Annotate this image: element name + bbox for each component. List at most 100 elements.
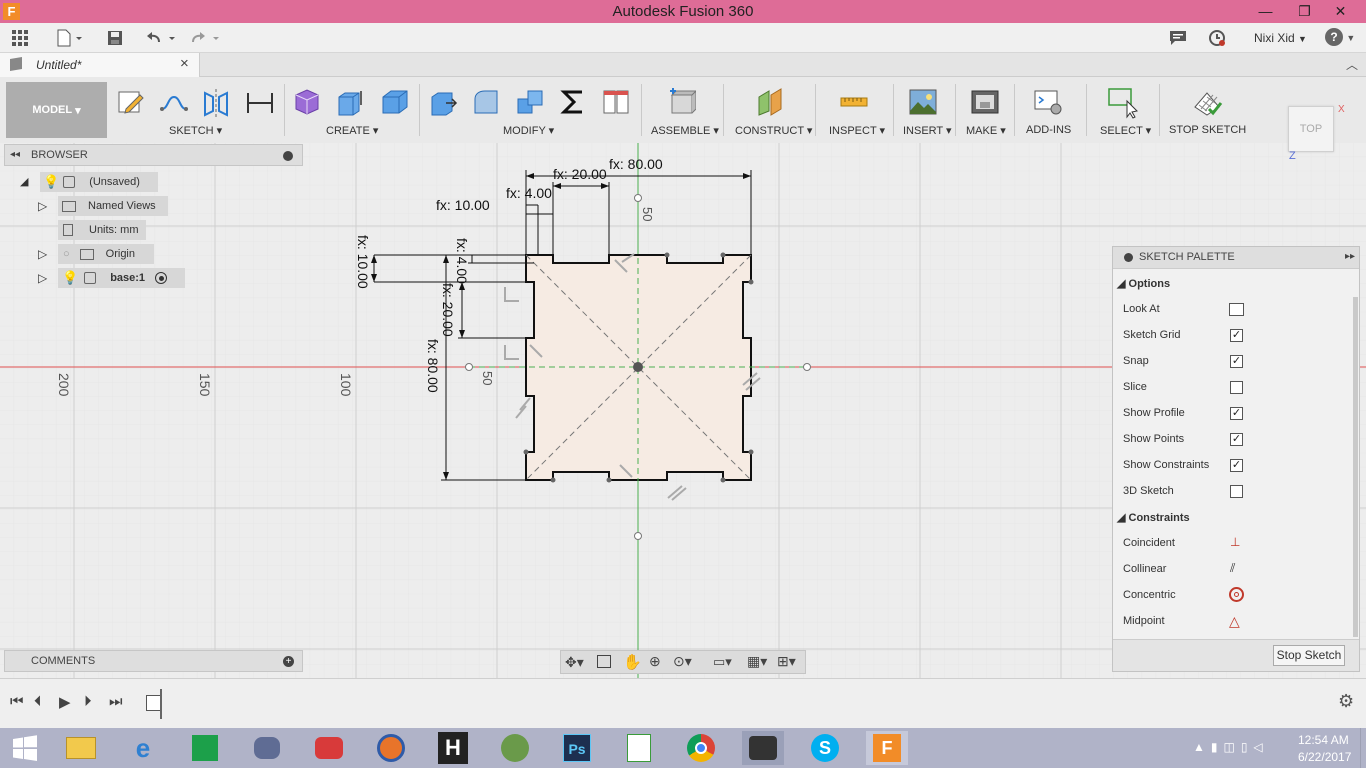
offset-plane-icon[interactable] xyxy=(754,86,786,118)
insert-image-icon[interactable] xyxy=(907,86,939,118)
workspace-switcher[interactable]: MODEL ▾ xyxy=(6,82,107,138)
visibility-bulb-icon[interactable]: 💡 xyxy=(62,270,78,286)
visibility-bulb-icon[interactable]: ○ xyxy=(63,248,70,260)
activate-radio-icon[interactable] xyxy=(155,272,168,284)
sketch-menu[interactable]: SKETCH ▾ xyxy=(169,124,222,137)
dimension-10-left[interactable]: fx: 10.00 xyxy=(355,235,371,289)
collapse-panel-icon[interactable]: ◂◂ xyxy=(10,149,20,160)
sketch-grid-checkbox[interactable]: ✓ xyxy=(1230,329,1243,342)
modify-menu[interactable]: MODIFY ▾ xyxy=(503,124,554,137)
comments-panel[interactable]: COMMENTS + xyxy=(4,650,303,672)
save-icon[interactable] xyxy=(105,28,125,48)
show-constraints-checkbox[interactable]: ✓ xyxy=(1230,459,1243,472)
timeline-marker-icon[interactable] xyxy=(160,689,168,719)
create-sketch-icon[interactable] xyxy=(115,86,147,118)
h-app-icon[interactable]: H xyxy=(432,731,474,765)
pan-icon[interactable]: ✋ xyxy=(623,653,642,671)
fillet-icon[interactable] xyxy=(470,86,502,118)
timeline-play-icon[interactable]: ▶ xyxy=(59,693,71,711)
file-explorer-icon[interactable] xyxy=(60,731,102,765)
spline-icon[interactable] xyxy=(158,86,190,118)
expand-caret-icon[interactable]: ▷ xyxy=(38,247,47,261)
timeline-last-icon[interactable]: ⏭ xyxy=(109,693,123,710)
options-section-header[interactable]: ◢ Options xyxy=(1117,277,1170,290)
press-pull-icon[interactable] xyxy=(427,86,459,118)
timeline-settings-icon[interactable]: ⚙ xyxy=(1338,691,1354,712)
file-menu-icon[interactable] xyxy=(54,28,84,48)
3d-print-icon[interactable] xyxy=(969,86,1001,118)
snap-checkbox[interactable]: ✓ xyxy=(1230,355,1243,368)
undo-icon[interactable] xyxy=(145,28,177,48)
tree-root-unsaved[interactable]: 💡 (Unsaved) xyxy=(40,172,158,192)
palette-scrollbar[interactable] xyxy=(1353,297,1358,637)
document-tab[interactable]: Untitled* × xyxy=(0,53,200,77)
expand-caret-icon[interactable]: ▷ xyxy=(38,199,47,213)
tree-base-component[interactable]: 💡 base:1 xyxy=(58,268,185,288)
windows-start-icon[interactable] xyxy=(4,731,46,765)
midpoint-icon[interactable]: △ xyxy=(1229,613,1240,630)
select-icon[interactable] xyxy=(1106,86,1140,120)
construct-menu[interactable]: CONSTRUCT ▾ xyxy=(735,124,812,137)
expand-panel-icon[interactable]: ▸▸ xyxy=(1345,251,1355,262)
show-points-checkbox[interactable]: ✓ xyxy=(1230,433,1243,446)
stop-sketch-button[interactable]: STOP SKETCH xyxy=(1169,124,1246,136)
app-grid-icon[interactable] xyxy=(10,28,30,48)
chrome-icon[interactable] xyxy=(680,731,722,765)
collapse-toolbar-icon[interactable]: ︿ xyxy=(1346,56,1358,73)
3d-sketch-checkbox[interactable] xyxy=(1230,485,1243,498)
expand-caret-icon[interactable]: ◢ xyxy=(20,175,28,188)
user-menu[interactable]: Nixi Xid ▼ xyxy=(1254,31,1307,45)
dimension-80-left[interactable]: fx: 80.00 xyxy=(425,339,441,393)
sketch-dimension-icon[interactable] xyxy=(244,86,276,118)
tree-origin[interactable]: ○ Origin xyxy=(58,244,154,264)
assemble-menu[interactable]: ASSEMBLE ▾ xyxy=(651,124,719,137)
stop-sketch-palette-button[interactable]: Stop Sketch xyxy=(1273,645,1345,666)
zoom-icon[interactable]: ⊕ xyxy=(649,653,661,670)
addins-menu[interactable]: ADD-INS xyxy=(1026,124,1071,136)
browser-options-icon[interactable] xyxy=(283,151,293,161)
stop-sketch-icon[interactable] xyxy=(1190,86,1224,120)
help-button[interactable]: ? ▼ xyxy=(1325,28,1357,48)
display-settings-icon[interactable]: ▭▾ xyxy=(713,654,732,670)
change-parameters-icon[interactable] xyxy=(600,86,632,118)
create-menu[interactable]: CREATE ▾ xyxy=(326,124,378,137)
look-at-icon[interactable] xyxy=(597,655,611,668)
comments-icon[interactable] xyxy=(1168,28,1188,48)
internet-explorer-icon[interactable]: e xyxy=(122,731,164,765)
discord-icon[interactable] xyxy=(246,731,288,765)
tree-named-views[interactable]: Named Views xyxy=(58,196,168,216)
measure-icon[interactable] xyxy=(838,86,870,118)
collinear-icon[interactable]: ⫽ xyxy=(1230,561,1235,576)
box-icon[interactable] xyxy=(378,86,410,118)
expand-caret-icon[interactable]: ▷ xyxy=(38,271,47,285)
timeline-next-icon[interactable]: ⏵ xyxy=(84,693,92,710)
combine-icon[interactable] xyxy=(514,86,546,118)
look-at-button[interactable] xyxy=(1229,303,1244,316)
timeline-first-icon[interactable]: ⏮ xyxy=(10,693,24,710)
firefox-icon[interactable] xyxy=(370,731,412,765)
make-menu[interactable]: MAKE ▾ xyxy=(966,124,1006,137)
dimension-4-left[interactable]: fx: 4.00 xyxy=(454,238,470,284)
dimension-4-top[interactable]: fx: 4.00 xyxy=(506,185,552,201)
concentric-icon[interactable] xyxy=(1229,587,1244,602)
fusion-360-taskbar-icon[interactable]: F xyxy=(866,731,908,765)
job-status-icon[interactable] xyxy=(1207,28,1227,48)
create-form-icon[interactable] xyxy=(291,86,323,118)
mirror-icon[interactable] xyxy=(200,86,232,118)
system-tray-icons[interactable]: ▲▮◫▯◁ xyxy=(1193,740,1269,754)
dimension-10-top[interactable]: fx: 10.00 xyxy=(436,197,490,213)
insert-menu[interactable]: INSERT ▾ xyxy=(903,124,952,137)
coincident-icon[interactable]: ⊥ xyxy=(1230,535,1240,549)
close-tab-icon[interactable]: × xyxy=(180,55,189,72)
tree-units[interactable]: Units: mm xyxy=(58,220,146,240)
fit-icon[interactable]: ⊙▾ xyxy=(673,653,692,670)
orbit-icon[interactable]: ✥▾ xyxy=(565,654,584,671)
close-button[interactable]: ✕ xyxy=(1318,0,1363,23)
scripts-addins-icon[interactable] xyxy=(1032,86,1064,118)
sketch-palette-header[interactable]: SKETCH PALETTE ▸▸ xyxy=(1113,247,1359,269)
new-component-icon[interactable] xyxy=(665,86,697,118)
dimension-20-top[interactable]: fx: 20.00 xyxy=(553,166,607,182)
add-comment-icon[interactable]: + xyxy=(283,656,294,667)
show-desktop-button[interactable] xyxy=(1360,728,1366,768)
select-menu[interactable]: SELECT ▾ xyxy=(1100,124,1151,137)
